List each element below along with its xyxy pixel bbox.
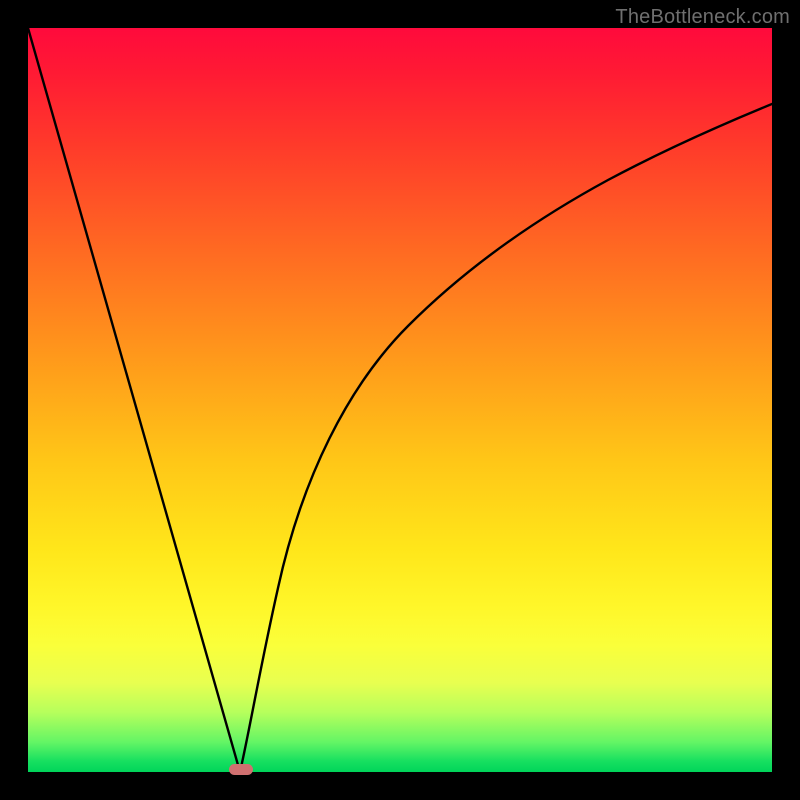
watermark-text: TheBottleneck.com xyxy=(615,6,790,29)
cusp-marker xyxy=(229,764,253,775)
curve-right-branch xyxy=(240,104,772,772)
plot-area xyxy=(28,28,772,772)
curve-left-branch xyxy=(28,28,240,772)
bottleneck-curve xyxy=(28,28,772,772)
outer-frame: TheBottleneck.com xyxy=(0,0,800,800)
